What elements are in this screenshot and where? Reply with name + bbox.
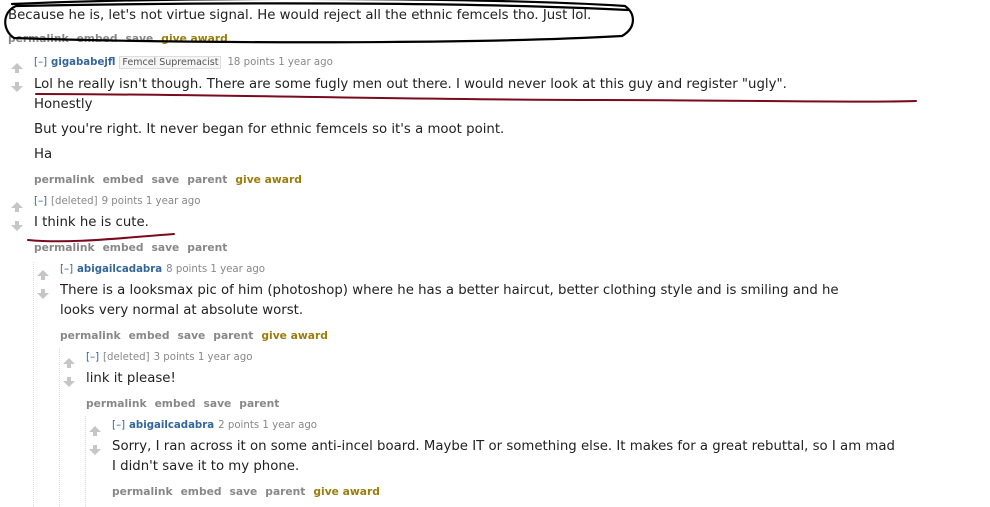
comment-line: I didn't save it to my phone. xyxy=(112,459,300,474)
comment-line: Ha xyxy=(34,147,53,162)
comment-buttons: permalink embed save give award xyxy=(8,32,236,45)
permalink-button[interactable]: permalink xyxy=(112,485,173,498)
red-underline xyxy=(35,93,917,103)
vote-arrows xyxy=(89,421,101,459)
collapse-toggle[interactable]: [–] xyxy=(34,57,47,68)
downvote-arrow-icon[interactable] xyxy=(11,82,23,92)
comment-tagline: [–] [deleted] 3 points 1 year ago xyxy=(86,352,252,363)
give-award-button[interactable]: give award xyxy=(261,329,327,342)
comment-tagline: [–] gigababejfl Femcel Supremacist 18 point… xyxy=(34,56,333,69)
save-button[interactable]: save xyxy=(204,397,232,410)
save-button[interactable]: save xyxy=(230,485,258,498)
upvote-arrow-icon[interactable] xyxy=(63,358,75,368)
permalink-button[interactable]: permalink xyxy=(86,397,147,410)
author-link[interactable]: abigailcadabra xyxy=(77,264,162,275)
comment-line: There is a looksmax pic of him (photosho… xyxy=(60,283,839,298)
comment-line: Lol he really isn't though. There are so… xyxy=(34,77,787,92)
comment-buttons: permalink embed save parent give award xyxy=(34,173,310,186)
vote-arrows xyxy=(63,353,75,391)
thread-line xyxy=(85,416,86,507)
comment-tagline: [–] [deleted] 9 points 1 year ago xyxy=(34,196,200,207)
thread-line xyxy=(59,348,60,507)
deleted-author: [deleted] xyxy=(103,352,150,363)
collapse-toggle[interactable]: [–] xyxy=(86,352,99,363)
thread-line xyxy=(33,262,34,507)
comment-tagline: [–] abigailcadabra 8 points 1 year ago xyxy=(60,264,265,275)
comment-line: Sorry, I ran across it on some anti-ince… xyxy=(112,439,895,454)
downvote-arrow-icon[interactable] xyxy=(37,289,49,299)
save-button[interactable]: save xyxy=(126,32,154,45)
parent-button[interactable]: parent xyxy=(187,173,227,186)
upvote-arrow-icon[interactable] xyxy=(11,202,23,212)
score: 3 points xyxy=(153,352,195,363)
permalink-button[interactable]: permalink xyxy=(60,329,121,342)
comment-buttons: permalink embed save parent give award xyxy=(112,485,388,498)
collapse-toggle[interactable]: [–] xyxy=(112,420,125,431)
comment-line: But you're right. It never began for eth… xyxy=(34,122,505,137)
collapse-toggle[interactable]: [–] xyxy=(34,196,47,207)
vote-arrows xyxy=(37,265,49,303)
timestamp: 1 year ago xyxy=(210,264,266,275)
embed-button[interactable]: embed xyxy=(155,397,196,410)
give-award-button[interactable]: give award xyxy=(313,485,379,498)
embed-button[interactable]: embed xyxy=(103,173,144,186)
embed-button[interactable]: embed xyxy=(129,329,170,342)
comment-line: looks very normal at absolute worst. xyxy=(60,303,304,318)
timestamp: 1 year ago xyxy=(278,57,333,68)
vote-arrows xyxy=(11,197,23,235)
downvote-arrow-icon[interactable] xyxy=(89,445,101,455)
parent-button[interactable]: parent xyxy=(239,397,279,410)
collapse-toggle[interactable]: [–] xyxy=(60,264,73,275)
author-link[interactable]: abigailcadabra xyxy=(129,420,214,431)
timestamp: 1 year ago xyxy=(197,352,253,363)
embed-button[interactable]: embed xyxy=(103,241,144,254)
save-button[interactable]: save xyxy=(152,241,180,254)
comment-buttons: permalink embed save parent xyxy=(86,397,287,410)
parent-button[interactable]: parent xyxy=(265,485,305,498)
comment-line: I think he is cute. xyxy=(34,215,149,230)
save-button[interactable]: save xyxy=(178,329,206,342)
score: 2 points xyxy=(218,420,260,431)
embed-button[interactable]: embed xyxy=(181,485,222,498)
deleted-author: [deleted] xyxy=(51,196,98,207)
timestamp: 1 year ago xyxy=(145,196,201,207)
comment-buttons: permalink embed save parent give award xyxy=(60,329,336,342)
downvote-arrow-icon[interactable] xyxy=(11,221,23,231)
permalink-button[interactable]: permalink xyxy=(34,173,95,186)
user-flair: Femcel Supremacist xyxy=(119,56,222,69)
upvote-arrow-icon[interactable] xyxy=(37,270,49,280)
give-award-button[interactable]: give award xyxy=(161,32,227,45)
upvote-arrow-icon[interactable] xyxy=(11,63,23,73)
comment-line: Honestly xyxy=(34,97,93,112)
comment-body: Because he is, let's not virtue signal. … xyxy=(8,8,592,23)
comment-line: link it please! xyxy=(86,371,176,386)
permalink-button[interactable]: permalink xyxy=(8,32,69,45)
timestamp: 1 year ago xyxy=(262,420,318,431)
score: 8 points xyxy=(166,264,208,275)
vote-arrows xyxy=(11,58,23,96)
save-button[interactable]: save xyxy=(152,173,180,186)
permalink-button[interactable]: permalink xyxy=(34,241,95,254)
downvote-arrow-icon[interactable] xyxy=(63,377,75,387)
parent-button[interactable]: parent xyxy=(187,241,227,254)
comment-buttons: permalink embed save parent xyxy=(34,241,235,254)
comment-tagline: [–] abigailcadabra 2 points 1 year ago xyxy=(112,420,317,431)
upvote-arrow-icon[interactable] xyxy=(89,426,101,436)
embed-button[interactable]: embed xyxy=(77,32,118,45)
author-link[interactable]: gigababejfl xyxy=(51,57,115,68)
give-award-button[interactable]: give award xyxy=(235,173,301,186)
score: 9 points xyxy=(101,196,143,207)
parent-button[interactable]: parent xyxy=(213,329,253,342)
score: 18 points xyxy=(227,57,275,68)
